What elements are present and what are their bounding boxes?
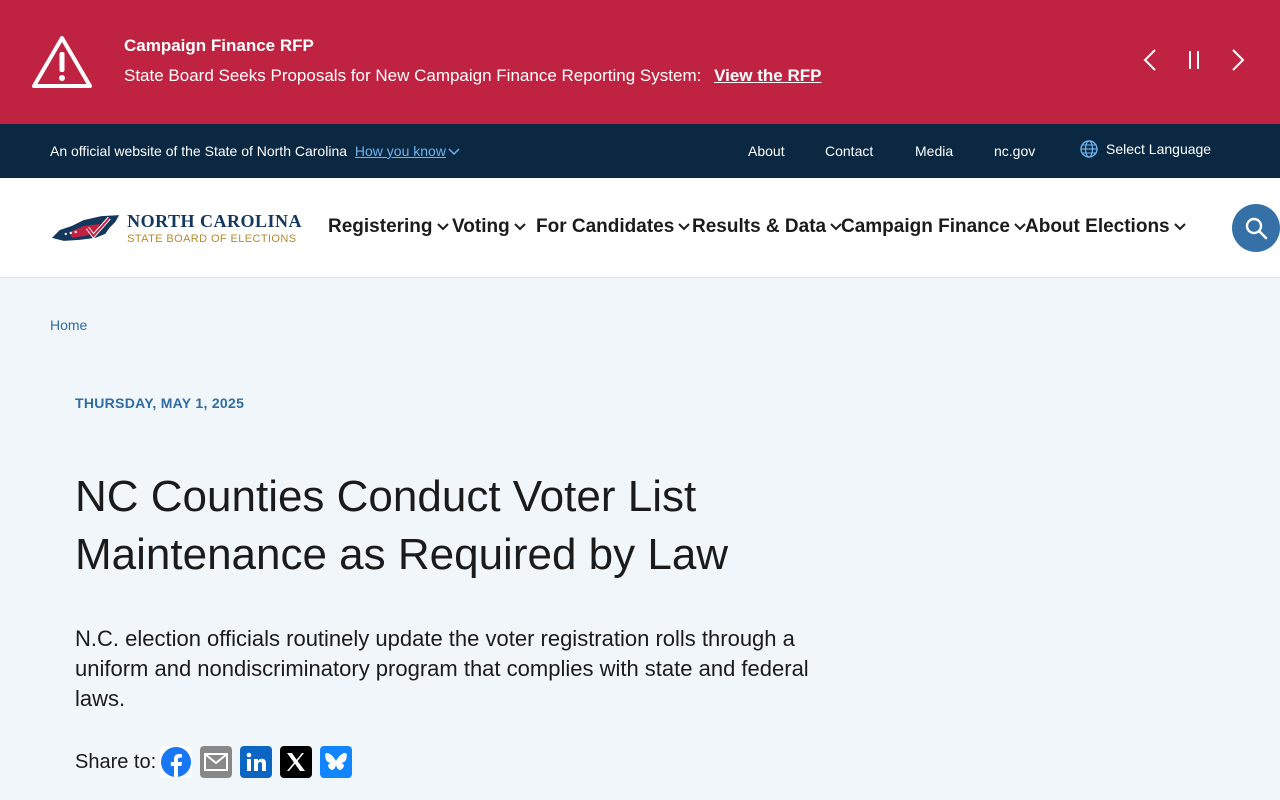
warning-triangle-icon [32,36,92,88]
logo-wordmark: NORTH CAROLINA STATE BOARD OF ELECTIONS [127,212,302,245]
chevron-down-icon [513,223,526,231]
select-language-button[interactable]: Select Language [1080,140,1211,158]
how-you-know-toggle[interactable]: How you know [355,143,460,159]
nav-item-campaign-finance[interactable]: Campaign Finance [841,216,1026,238]
alert-body: State Board Seeks Proposals for New Camp… [124,66,821,86]
share-linkedin-button[interactable] [240,746,273,778]
nav-label: For Candidates [536,216,675,237]
share-bluesky-button[interactable] [320,746,353,778]
chevron-down-icon [448,148,460,156]
view-rfp-link[interactable]: View the RFP [714,66,821,85]
share-bar: Share to: [75,746,360,778]
alert-previous-button[interactable] [1134,44,1166,76]
logo-line-2: STATE BOARD OF ELECTIONS [127,232,297,245]
linkedin-icon [246,752,267,771]
breadcrumb-home[interactable]: Home [50,317,87,333]
alert-pause-button[interactable] [1178,44,1210,76]
alert-body-text: State Board Seeks Proposals for New Camp… [124,66,702,85]
utility-link-media[interactable]: Media [915,143,953,159]
share-x-button[interactable] [280,746,313,778]
chevron-down-icon [1173,223,1186,231]
nav-item-registering[interactable]: Registering [328,216,449,238]
nav-label: Voting [452,216,510,237]
nav-item-about-elections[interactable]: About Elections [1025,216,1186,238]
chevron-right-icon [1232,49,1245,71]
article-lede: N.C. election officials routinely update… [75,626,809,711]
share-facebook-button[interactable] [160,746,193,778]
utility-link-contact[interactable]: Contact [825,143,873,159]
nav-item-results-data[interactable]: Results & Data [692,216,842,238]
utility-link-about[interactable]: About [748,143,785,159]
nav-label: Results & Data [692,216,827,237]
official-site-notice: An official website of the State of Nort… [50,143,460,159]
chevron-down-icon [436,223,449,231]
site-logo[interactable]: NORTH CAROLINA STATE BOARD OF ELECTIONS [50,208,302,248]
search-button[interactable] [1232,204,1280,252]
nav-item-voting[interactable]: Voting [452,216,526,238]
share-label: Share to: [75,750,157,773]
article-date: THURSDAY, MAY 1, 2025 [75,395,245,411]
pause-icon [1189,51,1199,69]
email-icon [204,753,229,771]
utility-link-ncgov[interactable]: nc.gov [994,143,1035,159]
alert-next-button[interactable] [1222,44,1254,76]
nav-label: Registering [328,216,433,237]
nc-state-map-logo-icon [51,215,120,241]
share-email-button[interactable] [200,746,233,778]
how-you-know-label: How you know [354,143,446,159]
select-language-label: Select Language [1106,141,1212,157]
official-site-bar: An official website of the State of Nort… [0,124,1280,178]
nav-item-for-candidates[interactable]: For Candidates [536,216,691,238]
site-header: NORTH CAROLINA STATE BOARD OF ELECTIONS … [0,178,1280,278]
facebook-icon [161,747,192,777]
logo-line-1: NORTH CAROLINA [127,210,302,231]
page-title: NC Counties Conduct Voter List Maintenan… [75,472,729,579]
search-icon [1245,217,1268,240]
official-site-text: An official website of the State of Nort… [50,143,348,159]
alert-banner: Campaign Finance RFP State Board Seeks P… [0,0,1280,124]
bluesky-icon [325,753,347,770]
globe-icon [1080,140,1098,158]
chevron-left-icon [1143,49,1156,71]
nav-label: Campaign Finance [841,216,1010,237]
alert-title: Campaign Finance RFP [124,36,314,55]
chevron-down-icon [678,223,691,231]
x-logo-icon [287,753,306,771]
nav-label: About Elections [1025,216,1170,237]
